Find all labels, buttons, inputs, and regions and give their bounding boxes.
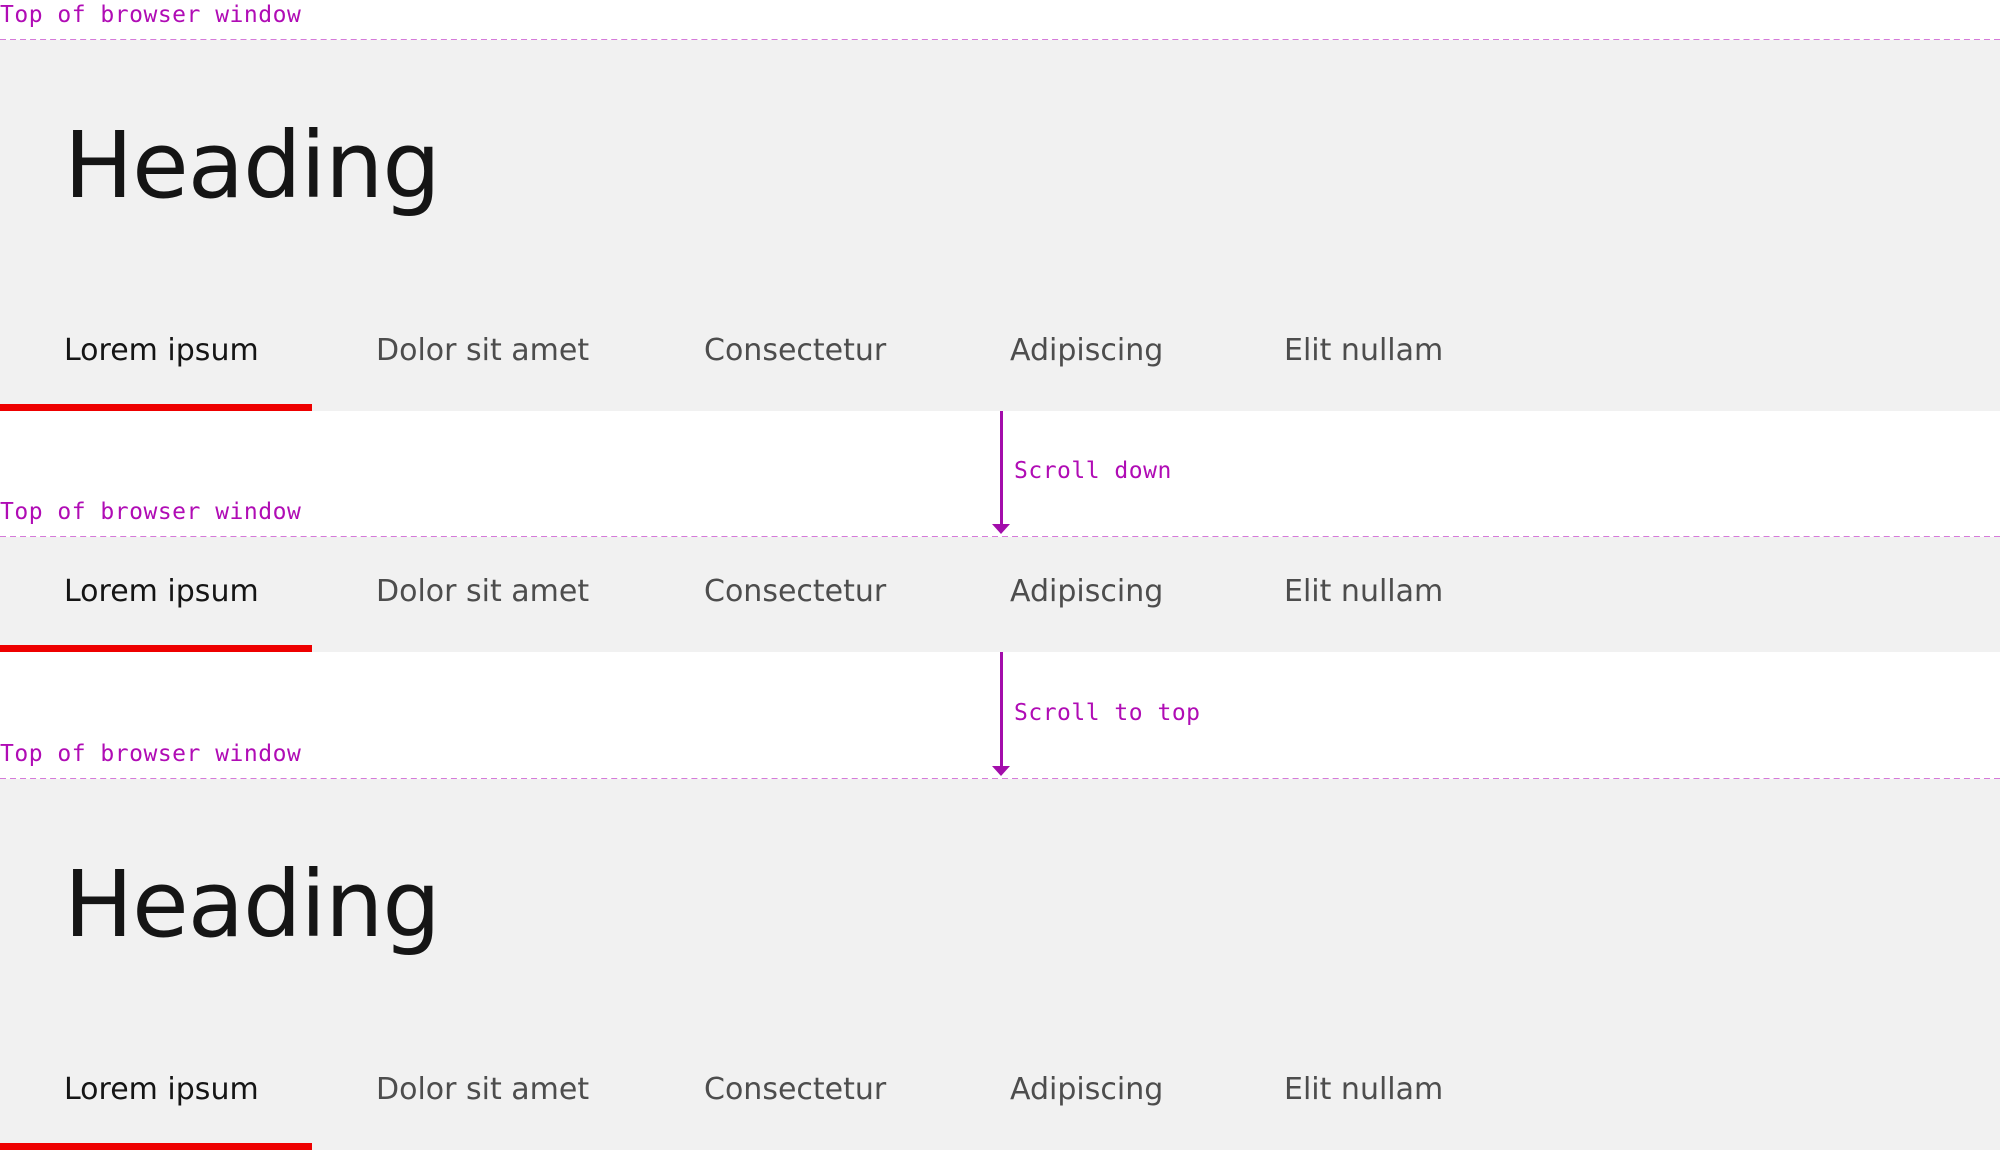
tab-consectetur[interactable]: Consectetur [652, 296, 972, 411]
sticky-tab-bar: Lorem ipsum Dolor sit amet Consectetur A… [0, 537, 2000, 652]
active-tab-indicator [0, 1143, 312, 1150]
page-state-top: Heading Lorem ipsum Dolor sit amet Conse… [0, 40, 2000, 411]
page-heading: Heading [64, 112, 441, 219]
tab-label: Lorem ipsum [64, 574, 259, 609]
tab-label: Elit nullam [1284, 574, 1444, 609]
tab-label: Adipiscing [1010, 574, 1164, 609]
window-top-label: Top of browser window [0, 499, 302, 525]
tab-lorem-ipsum[interactable]: Lorem ipsum [0, 537, 312, 652]
page-state-top-again: Heading Lorem ipsum Dolor sit amet Conse… [0, 779, 2000, 1150]
tab-dolor-sit-amet[interactable]: Dolor sit amet [312, 1035, 652, 1150]
page-heading: Heading [64, 851, 441, 958]
scroll-to-top-label: Scroll to top [1014, 700, 1201, 726]
scroll-to-top-arrow-icon [991, 652, 1011, 777]
page-state-scrolled: Lorem ipsum Dolor sit amet Consectetur A… [0, 537, 2000, 652]
tab-label: Dolor sit amet [376, 1072, 590, 1107]
tab-label: Lorem ipsum [64, 333, 259, 368]
tab-label: Consectetur [704, 574, 887, 609]
active-tab-indicator [0, 645, 312, 652]
tab-label: Consectetur [704, 333, 887, 368]
tab-adipiscing[interactable]: Adipiscing [972, 296, 1262, 411]
scroll-down-label: Scroll down [1014, 458, 1172, 484]
tab-label: Dolor sit amet [376, 574, 590, 609]
tab-dolor-sit-amet[interactable]: Dolor sit amet [312, 537, 652, 652]
tab-elit-nullam[interactable]: Elit nullam [1262, 1035, 1552, 1150]
tab-bar: Lorem ipsum Dolor sit amet Consectetur A… [0, 1035, 2000, 1150]
tab-label: Adipiscing [1010, 333, 1164, 368]
window-top-label: Top of browser window [0, 741, 302, 767]
tab-dolor-sit-amet[interactable]: Dolor sit amet [312, 296, 652, 411]
tab-consectetur[interactable]: Consectetur [652, 1035, 972, 1150]
window-top-label: Top of browser window [0, 2, 302, 28]
active-tab-indicator [0, 404, 312, 411]
tab-label: Elit nullam [1284, 333, 1444, 368]
tab-label: Elit nullam [1284, 1072, 1444, 1107]
tab-adipiscing[interactable]: Adipiscing [972, 1035, 1262, 1150]
tab-label: Lorem ipsum [64, 1072, 259, 1107]
tab-label: Consectetur [704, 1072, 887, 1107]
tab-elit-nullam[interactable]: Elit nullam [1262, 537, 1552, 652]
tab-consectetur[interactable]: Consectetur [652, 537, 972, 652]
tab-label: Dolor sit amet [376, 333, 590, 368]
scroll-down-arrow-icon [991, 411, 1011, 535]
tab-lorem-ipsum[interactable]: Lorem ipsum [0, 1035, 312, 1150]
tab-elit-nullam[interactable]: Elit nullam [1262, 296, 1552, 411]
tab-adipiscing[interactable]: Adipiscing [972, 537, 1262, 652]
tab-label: Adipiscing [1010, 1072, 1164, 1107]
tab-bar: Lorem ipsum Dolor sit amet Consectetur A… [0, 296, 2000, 411]
tab-lorem-ipsum[interactable]: Lorem ipsum [0, 296, 312, 411]
